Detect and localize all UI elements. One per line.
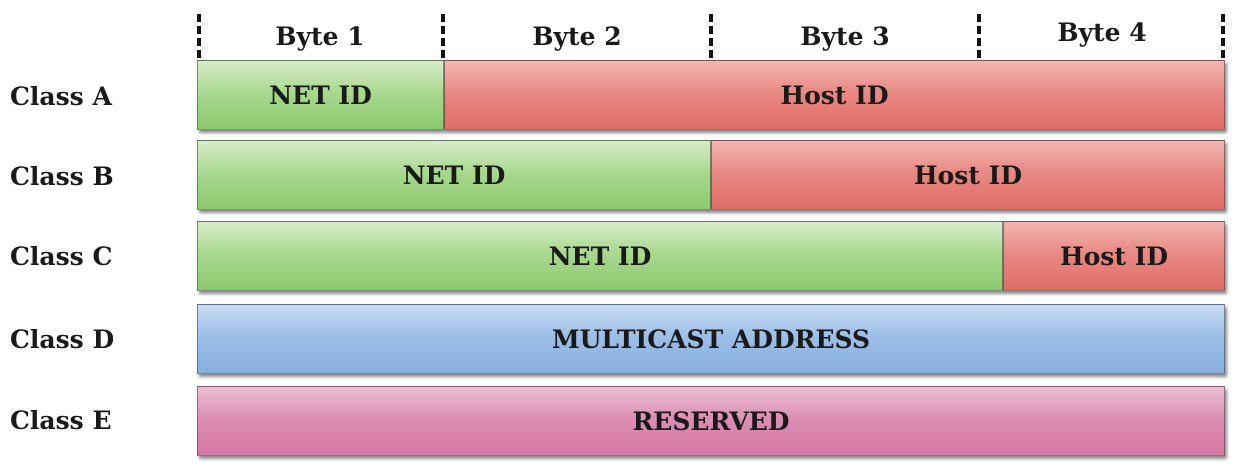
class-c-host-id: Host ID — [1003, 221, 1225, 291]
class-a-bar: NET ID Host ID — [197, 60, 1225, 130]
class-e-label: Class E — [10, 406, 112, 435]
class-d-bar: MULTICAST ADDRESS — [197, 304, 1225, 374]
class-c-bar: NET ID Host ID — [197, 221, 1225, 291]
byte-label-4: Byte 4 — [1057, 18, 1147, 47]
class-d-label: Class D — [10, 325, 115, 354]
class-c-net-id: NET ID — [197, 221, 1003, 291]
byte-label-1: Byte 1 — [275, 22, 365, 51]
class-c-label: Class C — [10, 242, 113, 271]
byte-header: Byte 1 Byte 2 Byte 3 Byte 4 — [0, 14, 1241, 58]
class-e-bar: RESERVED — [197, 386, 1225, 456]
byte-divider-4 — [1221, 14, 1225, 58]
class-e-reserved: RESERVED — [197, 386, 1225, 456]
class-a-net-id: NET ID — [197, 60, 444, 130]
class-b-bar: NET ID Host ID — [197, 140, 1225, 210]
class-a-label: Class A — [10, 82, 112, 111]
class-d-multicast-address: MULTICAST ADDRESS — [197, 304, 1225, 374]
class-b-host-id: Host ID — [711, 140, 1225, 210]
class-b-label: Class B — [10, 162, 114, 191]
byte-label-2: Byte 2 — [532, 22, 622, 51]
class-a-host-id: Host ID — [444, 60, 1225, 130]
class-b-net-id: NET ID — [197, 140, 711, 210]
byte-label-3: Byte 3 — [800, 22, 890, 51]
